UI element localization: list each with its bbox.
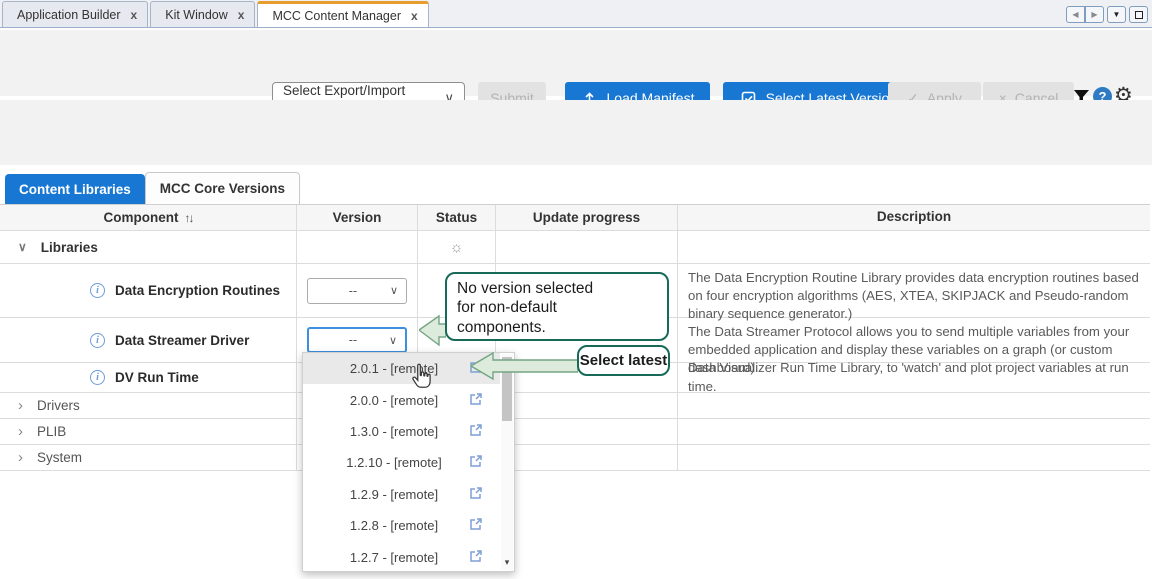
version-select-open[interactable]: -- ∨ (307, 327, 407, 353)
header-component[interactable]: Component ↑↓ (0, 205, 297, 230)
header-update-progress[interactable]: Update progress (496, 205, 678, 230)
maximize-icon[interactable] (1129, 6, 1148, 23)
info-icon[interactable]: i (90, 333, 105, 348)
hand-cursor-icon (408, 363, 434, 391)
external-link-icon[interactable] (469, 517, 483, 534)
callout-select-latest: Select latest (577, 345, 670, 376)
chevron-right-icon[interactable]: › (18, 449, 23, 466)
version-option-1-2-7[interactable]: 1.2.7 - [remote] (303, 541, 500, 572)
header-description[interactable]: Description (678, 205, 1150, 230)
tab-kit-window[interactable]: Kit Window x (150, 1, 255, 27)
description-text: The Data Encryption Routine Library prov… (678, 264, 1150, 317)
header-status[interactable]: Status (418, 205, 496, 230)
tab-application-builder[interactable]: Application Builder x (2, 1, 148, 27)
version-option-1-2-10[interactable]: 1.2.10 - [remote] (303, 447, 500, 478)
info-icon[interactable]: i (90, 370, 105, 385)
table-row-plib[interactable]: › PLIB (0, 419, 1150, 445)
close-icon[interactable]: x (131, 9, 138, 21)
tab-label: Kit Window (165, 8, 228, 22)
tab-label: MCC Content Manager (272, 9, 401, 23)
tab-list-dropdown-icon[interactable]: ▼ (1107, 6, 1126, 23)
toolbar: Select Export/Import Option ∨ Submit Loa… (0, 30, 1152, 96)
group-label: Libraries (41, 240, 98, 255)
group-label: PLIB (37, 424, 66, 439)
info-icon[interactable]: i (90, 283, 105, 298)
version-option-1-3-0[interactable]: 1.3.0 - [remote] (303, 416, 500, 447)
chevron-down-icon: ∨ (389, 334, 397, 347)
table-row-drivers[interactable]: › Drivers (0, 393, 1150, 419)
external-link-icon[interactable] (469, 392, 483, 409)
dropdown-scrollbar[interactable]: ▾ (501, 354, 513, 570)
scroll-tabs-right-icon[interactable]: ▶ (1085, 6, 1104, 23)
version-select[interactable]: -- ∨ (307, 278, 407, 304)
description-text: Data Visualizer Run Time Library, to 'wa… (678, 363, 1150, 392)
chevron-down-icon: ∨ (390, 284, 398, 297)
maximize-glyph (1135, 11, 1143, 19)
filter-bar: Data ⊗ ▲ ▼ Device PIC18F57Q43 × ∨ Conten… (0, 100, 1152, 165)
external-link-icon[interactable] (469, 486, 483, 503)
table-header-row: Component ↑↓ Version Status Update progr… (0, 205, 1150, 231)
sort-icon[interactable]: ↑↓ (185, 211, 193, 225)
tab-mcc-content-manager[interactable]: MCC Content Manager x (257, 1, 428, 27)
component-label: Data Streamer Driver (115, 333, 249, 348)
mcc-content-manager-window: Application Builder x Kit Window x MCC C… (0, 0, 1152, 579)
version-option-1-2-8[interactable]: 1.2.8 - [remote] (303, 510, 500, 541)
scroll-tabs-left-icon[interactable]: ◀ (1066, 6, 1085, 23)
editor-tab-bar: Application Builder x Kit Window x MCC C… (0, 0, 1152, 28)
component-label: DV Run Time (115, 370, 199, 385)
chevron-down-icon[interactable]: ∨ (18, 240, 27, 254)
external-link-icon[interactable] (469, 454, 483, 471)
header-version[interactable]: Version (297, 205, 418, 230)
scroll-down-icon[interactable]: ▾ (501, 557, 513, 568)
chevron-right-icon[interactable]: › (18, 423, 23, 440)
group-label: System (37, 450, 82, 465)
close-icon[interactable]: x (238, 9, 245, 21)
table-row-libraries[interactable]: ∨ Libraries ☼ (0, 231, 1150, 264)
table-row-system[interactable]: › System (0, 445, 1150, 471)
tab-label: Application Builder (17, 8, 121, 22)
callout-arrow-select-latest (471, 351, 578, 381)
callout-no-version: No version selected for non-default comp… (445, 272, 669, 341)
status-processing-icon: ☼ (450, 239, 464, 256)
tab-mcc-core-versions[interactable]: MCC Core Versions (145, 172, 300, 204)
external-link-icon[interactable] (469, 423, 483, 440)
content-subtabs: Content Libraries MCC Core Versions (5, 172, 300, 204)
callout-arrow-no-version (419, 314, 446, 347)
version-option-2-0-0[interactable]: 2.0.0 - [remote] (303, 384, 500, 415)
close-icon[interactable]: x (411, 10, 418, 22)
external-link-icon[interactable] (469, 549, 483, 566)
tab-content-libraries[interactable]: Content Libraries (5, 174, 145, 204)
chevron-right-icon[interactable]: › (18, 397, 23, 414)
group-label: Drivers (37, 398, 80, 413)
component-label: Data Encryption Routines (115, 283, 280, 298)
tab-controls: ◀ ▶ ▼ (1066, 6, 1152, 27)
version-option-1-2-9[interactable]: 1.2.9 - [remote] (303, 479, 500, 510)
description-text: The Data Streamer Protocol allows you to… (678, 318, 1150, 362)
